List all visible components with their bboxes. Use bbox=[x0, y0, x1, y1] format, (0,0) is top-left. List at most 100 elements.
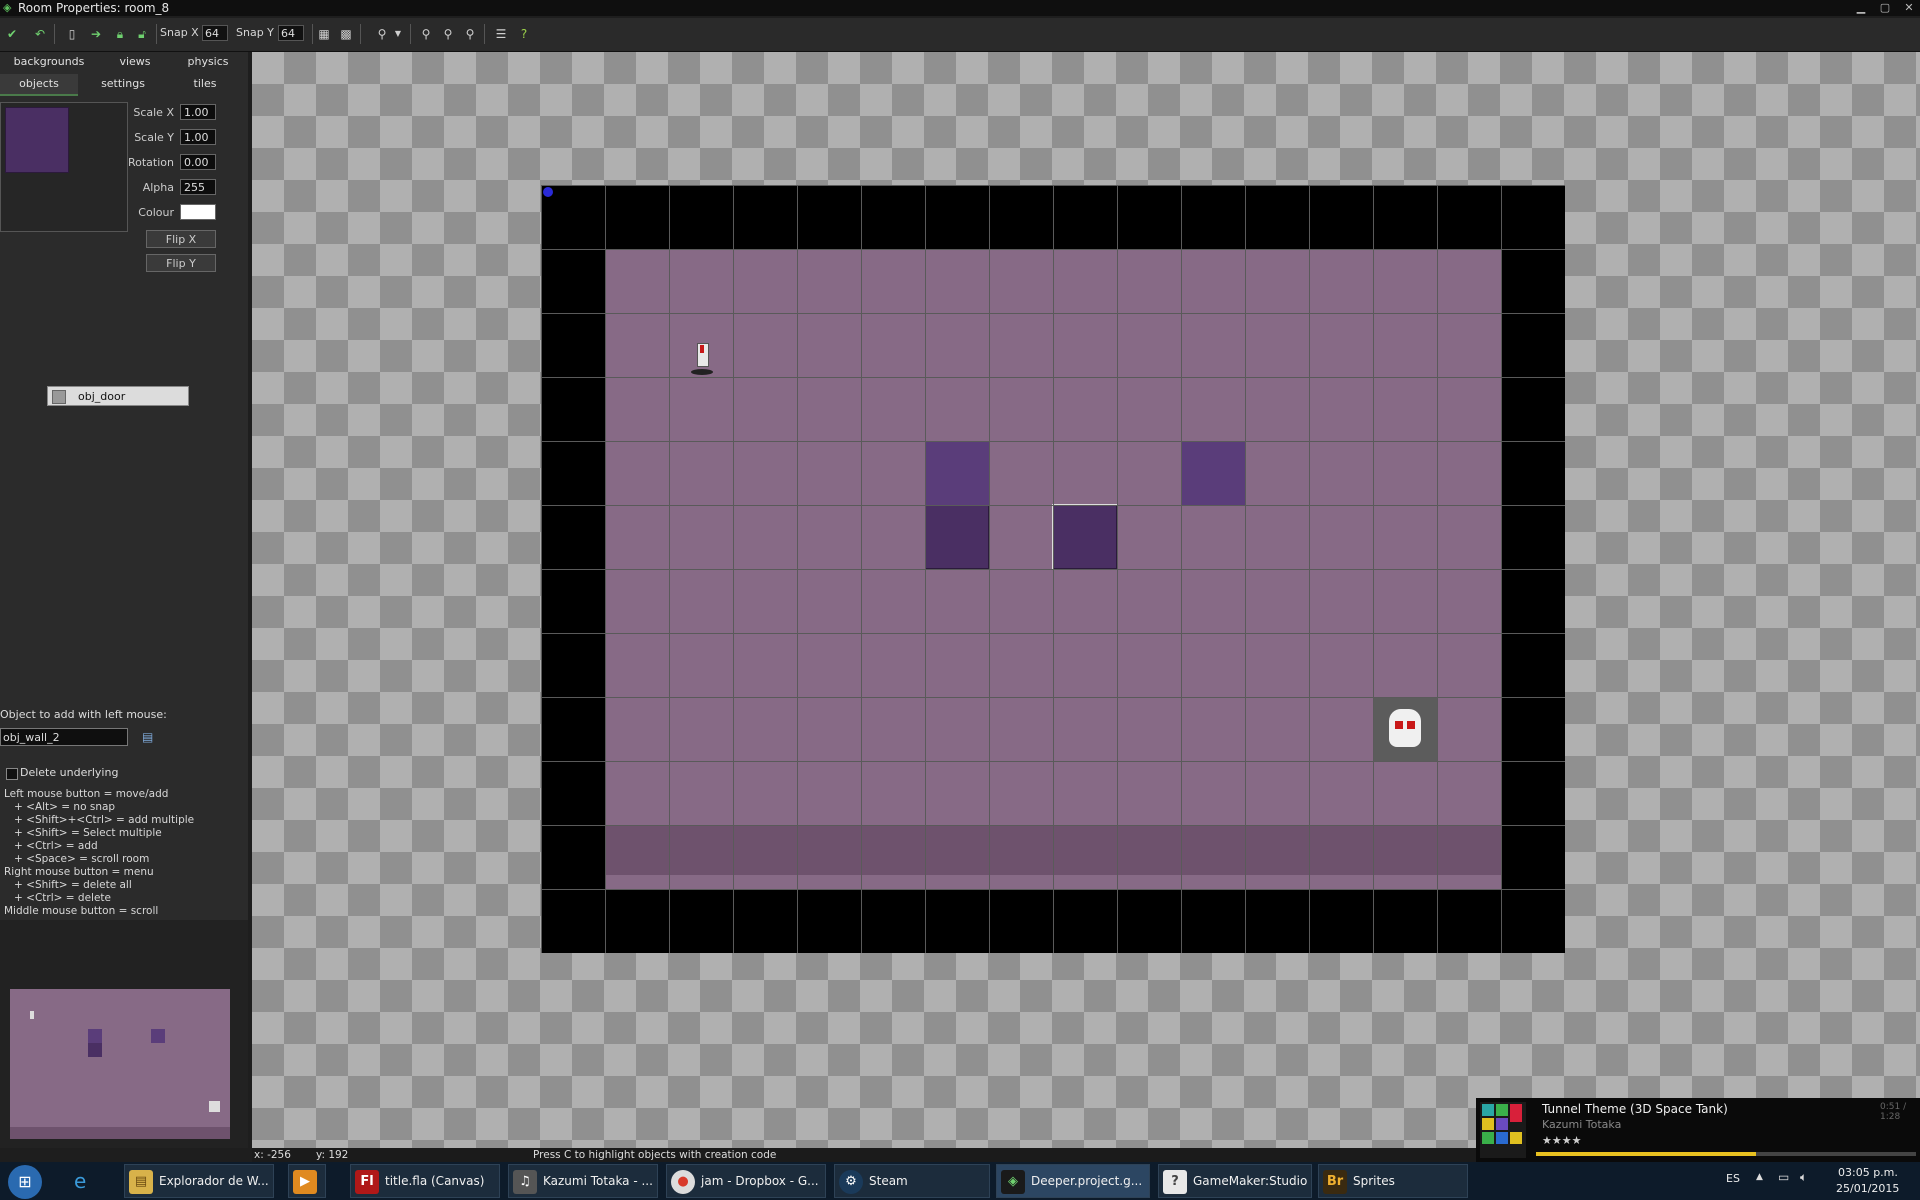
scale-x-input[interactable]: 1.00 bbox=[180, 104, 216, 120]
door-sprite-thumbnail bbox=[5, 107, 69, 173]
tab-settings[interactable]: settings bbox=[84, 74, 162, 94]
track-artist: Kazumi Totaka bbox=[1542, 1118, 1622, 1131]
taskbar-item-label: Kazumi Totaka - ... bbox=[543, 1174, 653, 1188]
isometric-grid-icon[interactable]: ▩ bbox=[338, 26, 354, 42]
room-toolbar: ✔ ↶ ▯ ➔ 🔒︎ 🔓︎ Snap X 64 Snap Y 64 ▦ ▩ ⚲ … bbox=[0, 18, 1920, 52]
taskbar-item-chrome[interactable]: ● jam - Dropbox - G... bbox=[666, 1164, 826, 1198]
taskbar-item-gamemaker[interactable]: ? GameMaker:Studio bbox=[1158, 1164, 1312, 1198]
progress-track[interactable] bbox=[1536, 1152, 1916, 1156]
selected-object-name: obj_door bbox=[78, 390, 126, 403]
list-icon[interactable]: ☰ bbox=[493, 26, 509, 42]
rotation-input[interactable]: 0.00 bbox=[180, 154, 216, 170]
flip-y-button[interactable]: Flip Y bbox=[146, 254, 216, 272]
minimap-block bbox=[151, 1029, 165, 1043]
media-player-widget[interactable]: Tunnel Theme (3D Space Tank) Kazumi Tota… bbox=[1476, 1098, 1920, 1162]
internet-explorer-icon[interactable]: e bbox=[74, 1169, 86, 1193]
taskbar-item-media[interactable]: ▶ bbox=[288, 1164, 326, 1198]
volume-icon[interactable]: 🔈︎ bbox=[1800, 1170, 1807, 1185]
tab-objects[interactable]: objects bbox=[0, 74, 78, 96]
door-object-selected[interactable] bbox=[1052, 504, 1118, 570]
gamemaker-icon: ◈ bbox=[3, 1, 12, 14]
tab-views[interactable]: views bbox=[100, 52, 170, 72]
zoom-out-icon[interactable]: ⚲ bbox=[418, 26, 434, 42]
track-time: 0:51 / 1:28 bbox=[1880, 1102, 1907, 1122]
room-area[interactable] bbox=[541, 185, 1565, 953]
room-canvas[interactable] bbox=[252, 52, 1920, 1148]
wall-block[interactable] bbox=[925, 441, 989, 505]
tray-expand-icon[interactable]: ▲ bbox=[1756, 1172, 1763, 1182]
flip-x-button[interactable]: Flip X bbox=[146, 230, 216, 248]
toolbar-separator bbox=[360, 24, 361, 44]
help-line: Middle mouse button = scroll bbox=[4, 905, 159, 917]
help-line: Right mouse button = menu bbox=[4, 866, 154, 878]
snap-x-label: Snap X bbox=[160, 26, 199, 39]
view-zoom-icon[interactable]: ⚲ bbox=[374, 26, 390, 42]
toolbar-separator bbox=[410, 24, 411, 44]
clock-time[interactable]: 03:05 p.m. bbox=[1838, 1166, 1898, 1179]
tab-backgrounds[interactable]: backgrounds bbox=[0, 52, 98, 72]
snap-x-input[interactable]: 64 bbox=[202, 25, 228, 41]
taskbar-item-label: Sprites bbox=[1353, 1174, 1395, 1188]
new-file-icon[interactable]: ▯ bbox=[64, 26, 80, 42]
taskbar-item-explorer[interactable]: ▤ Explorador de W... bbox=[124, 1164, 274, 1198]
file-explorer-icon: ▤ bbox=[129, 1170, 153, 1194]
clock-date[interactable]: 25/01/2015 bbox=[1836, 1182, 1899, 1195]
chrome-icon: ● bbox=[671, 1170, 695, 1194]
tab-physics[interactable]: physics bbox=[172, 52, 244, 72]
wall-block[interactable] bbox=[1181, 441, 1245, 505]
object-to-add-field[interactable]: obj_wall_2 bbox=[0, 728, 128, 746]
album-tile bbox=[1482, 1118, 1494, 1130]
object-icon bbox=[52, 390, 66, 404]
shift-arrow-icon[interactable]: ➔ bbox=[88, 26, 104, 42]
scale-y-label: Scale Y bbox=[134, 131, 174, 144]
selected-object-item[interactable]: obj_door bbox=[47, 386, 189, 406]
object-sprite-preview[interactable] bbox=[0, 102, 128, 232]
album-tile bbox=[1496, 1132, 1508, 1144]
unlock-icon[interactable]: 🔓︎ bbox=[134, 26, 150, 42]
zoom-in-icon[interactable]: ⚲ bbox=[462, 26, 478, 42]
taskbar-item-flash[interactable]: Fl title.fla (Canvas) bbox=[350, 1164, 500, 1198]
taskbar-item-steam[interactable]: ⚙ Steam bbox=[834, 1164, 990, 1198]
colour-swatch[interactable] bbox=[180, 204, 216, 220]
delete-underlying-checkbox[interactable] bbox=[6, 768, 18, 780]
alpha-input[interactable]: 255 bbox=[180, 179, 216, 195]
help-line: + <Shift>+<Ctrl> = add multiple bbox=[4, 814, 195, 826]
mouse-y-readout: y: 192 bbox=[316, 1149, 349, 1161]
taskbar-item-music[interactable]: ♫ Kazumi Totaka - ... bbox=[508, 1164, 658, 1198]
grid-icon[interactable]: ▦ bbox=[316, 26, 332, 42]
door-object[interactable] bbox=[925, 505, 989, 569]
object-browse-icon[interactable]: ▤ bbox=[142, 730, 156, 744]
scale-y-input[interactable]: 1.00 bbox=[180, 129, 216, 145]
delete-underlying-label: Delete underlying bbox=[20, 766, 119, 779]
alpha-label: Alpha bbox=[142, 181, 174, 194]
player-shadow bbox=[691, 369, 713, 375]
help-line: Left mouse button = move/add bbox=[4, 788, 169, 800]
chevron-down-icon[interactable]: ▼ bbox=[390, 26, 406, 42]
tab-tiles[interactable]: tiles bbox=[166, 74, 244, 94]
skull-enemy-object[interactable] bbox=[1373, 697, 1437, 761]
ok-checkmark-icon[interactable]: ✔ bbox=[4, 26, 20, 42]
help-line: + <Shift> = delete all bbox=[4, 879, 132, 891]
progress-fill bbox=[1536, 1152, 1757, 1156]
help-icon[interactable]: ? bbox=[516, 26, 532, 42]
room-minimap[interactable] bbox=[0, 920, 248, 1148]
taskbar-item-project[interactable]: ◈ Deeper.project.g... bbox=[996, 1164, 1150, 1198]
minimize-icon[interactable]: ▁ bbox=[1850, 1, 1872, 14]
start-button[interactable]: ⊞ bbox=[8, 1165, 42, 1199]
taskbar-item-label: title.fla (Canvas) bbox=[385, 1174, 485, 1188]
album-art-icon bbox=[1480, 1102, 1526, 1158]
close-icon[interactable]: ✕ bbox=[1898, 1, 1920, 14]
skull-eye bbox=[1395, 721, 1403, 729]
network-icon[interactable]: ▭ bbox=[1778, 1170, 1789, 1184]
player-object[interactable] bbox=[691, 341, 713, 377]
window-title: Room Properties: room_8 bbox=[18, 1, 170, 15]
lock-icon[interactable]: 🔒︎ bbox=[112, 26, 128, 42]
language-indicator[interactable]: ES bbox=[1726, 1172, 1740, 1185]
undo-icon[interactable]: ↶ bbox=[32, 26, 48, 42]
snap-y-input[interactable]: 64 bbox=[278, 25, 304, 41]
help-line: + <Ctrl> = delete bbox=[4, 892, 111, 904]
maximize-icon[interactable]: ▢ bbox=[1874, 1, 1896, 14]
rating-stars[interactable]: ★★★★ bbox=[1542, 1134, 1581, 1147]
taskbar-item-bridge[interactable]: Br Sprites bbox=[1318, 1164, 1468, 1198]
zoom-reset-icon[interactable]: ⚲ bbox=[440, 26, 456, 42]
